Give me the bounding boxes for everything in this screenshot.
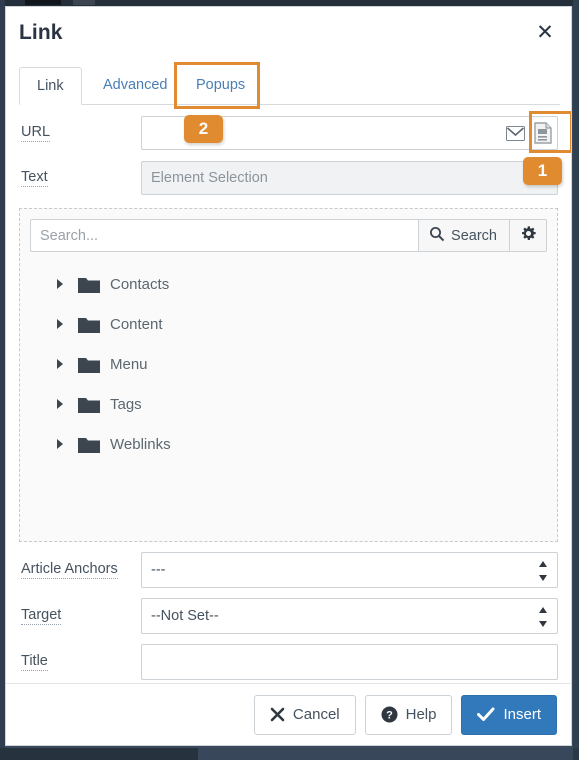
cancel-button[interactable]: Cancel xyxy=(253,694,356,735)
tab-advanced[interactable]: Advanced xyxy=(86,67,185,105)
close-x-icon xyxy=(270,707,285,722)
target-label: Target xyxy=(21,607,62,625)
article-document-icon xyxy=(534,122,552,144)
title-input[interactable] xyxy=(141,644,558,680)
question-circle-icon: ? xyxy=(381,706,398,723)
text-input[interactable] xyxy=(141,161,558,195)
dialog-header: Link ✕ xyxy=(6,7,571,59)
close-icon[interactable]: ✕ xyxy=(533,21,557,45)
link-dialog: Link ✕ Link Advanced Popups URL Text Ele… xyxy=(5,6,572,746)
backdrop-block-right xyxy=(73,0,95,5)
insert-button-label: Insert xyxy=(503,706,541,723)
url-label: URL xyxy=(21,124,51,142)
article-document-icon-button[interactable] xyxy=(529,117,557,149)
dialog-body: URL Text Element Selection Search... Sea… xyxy=(6,116,571,680)
article-anchors-select[interactable]: --- xyxy=(141,552,558,588)
search-bar: Search xyxy=(30,219,547,252)
dialog-footer: Cancel ? Help Insert xyxy=(6,683,571,745)
email-icon-button[interactable] xyxy=(501,117,529,149)
folder-icon xyxy=(78,436,108,453)
sort-arrows-icon xyxy=(538,560,548,582)
target-select[interactable]: --Not Set-- xyxy=(141,598,558,634)
annotation-badge-1: 1 xyxy=(523,157,562,185)
list-item[interactable]: Contacts xyxy=(30,264,547,304)
chevron-right-icon[interactable] xyxy=(52,279,68,289)
list-item[interactable]: Menu xyxy=(30,344,547,384)
insert-button[interactable]: Insert xyxy=(461,694,557,735)
article-anchors-row: Article Anchors --- xyxy=(19,552,558,588)
tab-bar: Link Advanced Popups xyxy=(19,62,560,109)
folder-icon xyxy=(78,276,108,293)
list-item-label: Contacts xyxy=(110,275,170,293)
element-browser-panel: Search... Search Contacts Content Menu T… xyxy=(19,208,558,542)
tab-popups[interactable]: Popups xyxy=(179,67,262,105)
list-item[interactable]: Tags xyxy=(30,384,547,424)
chevron-right-icon[interactable] xyxy=(52,319,68,329)
page-title: Link xyxy=(19,21,63,44)
folder-icon xyxy=(78,396,108,413)
search-icon xyxy=(429,226,445,246)
backdrop-bottom-segment-right xyxy=(198,748,573,760)
title-label: Title xyxy=(21,653,48,671)
backdrop-bottom-segment-left xyxy=(0,748,198,760)
help-button-label: Help xyxy=(405,706,437,723)
url-row: URL xyxy=(19,116,558,150)
title-row: Title xyxy=(19,644,558,680)
folder-icon xyxy=(78,356,108,373)
list-item-label: Content xyxy=(110,315,163,333)
target-row: Target --Not Set-- xyxy=(19,598,558,634)
search-options-button[interactable] xyxy=(510,219,547,252)
chevron-right-icon[interactable] xyxy=(52,439,68,449)
backdrop-right-rail xyxy=(573,0,579,760)
search-input[interactable] xyxy=(30,219,419,252)
search-button[interactable]: Search xyxy=(418,219,510,252)
folder-icon xyxy=(78,316,108,333)
chevron-right-icon[interactable] xyxy=(52,359,68,369)
backdrop-bottom-strip xyxy=(0,748,579,760)
backdrop-block-left xyxy=(25,0,61,5)
text-label: Text xyxy=(21,169,48,187)
text-row: Text xyxy=(19,161,558,195)
search-button-label: Search xyxy=(451,227,497,244)
email-icon xyxy=(505,125,525,141)
article-anchors-label: Article Anchors xyxy=(21,561,118,579)
target-value: --Not Set-- xyxy=(151,608,219,624)
folder-tree: Contacts Content Menu Tags Weblinks xyxy=(30,264,547,464)
annotation-badge-2: 2 xyxy=(184,115,223,143)
url-icon-group xyxy=(501,117,557,149)
svg-text:?: ? xyxy=(386,710,393,722)
article-anchors-value: --- xyxy=(151,562,166,578)
cancel-button-label: Cancel xyxy=(292,706,340,723)
list-item-label: Menu xyxy=(110,355,148,373)
list-item[interactable]: Weblinks xyxy=(30,424,547,464)
list-item[interactable]: Content xyxy=(30,304,547,344)
sort-arrows-icon xyxy=(538,606,548,628)
list-item-label: Weblinks xyxy=(110,435,171,453)
text-field-wrap xyxy=(141,161,558,195)
gear-icon xyxy=(520,225,537,246)
check-icon xyxy=(477,707,495,722)
list-item-label: Tags xyxy=(110,395,142,413)
chevron-right-icon[interactable] xyxy=(52,399,68,409)
help-button[interactable]: ? Help xyxy=(364,694,453,735)
tab-link[interactable]: Link xyxy=(19,67,82,105)
